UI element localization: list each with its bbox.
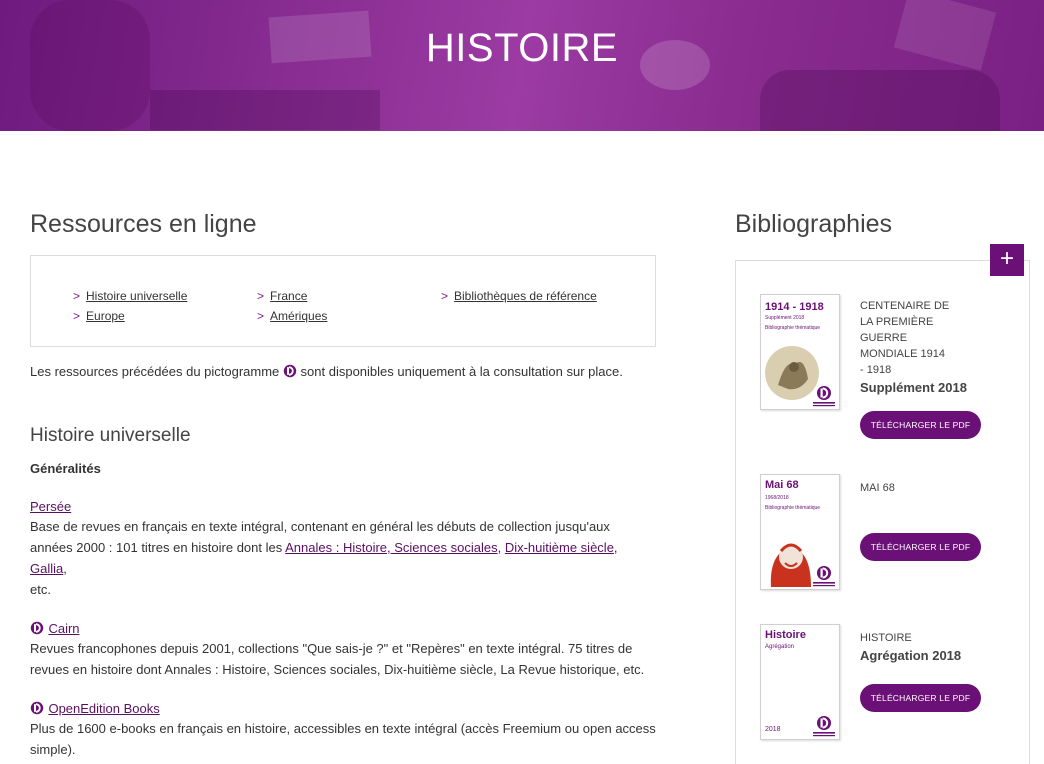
description-line: Base de revues en français en texte inté… (30, 519, 610, 534)
bibliography-title-line: MONDIALE 1914 (860, 348, 945, 360)
link-annales[interactable]: Annales : Histoire, Sciences sociales (285, 540, 497, 555)
bibliography-subtitle: Agrégation 2018 (860, 648, 962, 663)
chevron-right-icon: > (257, 289, 265, 303)
quick-link-bibliotheques[interactable]: Bibliothèques de référence (454, 289, 597, 303)
cover-year: 2018 (765, 726, 781, 733)
separator: , (613, 540, 618, 555)
bibliography-title-line: MAI 68 (860, 482, 895, 494)
category-heading: Généralités (30, 461, 101, 476)
onsite-picto-icon (283, 364, 297, 378)
main-content: Ressources en ligne > Histoire universell… (30, 210, 656, 760)
bibliography-info: MAI 68 (860, 480, 1010, 496)
bibliography-cover[interactable]: Mai 68 1968/2018 Bibliographie thématiqu… (760, 474, 840, 590)
bibliography-info: CENTENAIRE DE LA PREMIÈRE GUERRE MONDIAL… (860, 298, 1010, 395)
page-banner: HISTOIRE (0, 0, 1044, 131)
download-pdf-button[interactable]: TÉLÉCHARGER LE PDF (860, 684, 981, 712)
resource-link-openedition[interactable]: OpenEdition Books (48, 701, 159, 716)
cover-caption: Bibliographie thématique (765, 505, 821, 511)
description-line: années 2000 : 101 titres en histoire don… (30, 537, 656, 579)
description-line: Plus de 1600 e-books en français en hist… (30, 721, 656, 736)
link-dix-huitieme[interactable]: Dix-huitième siècle (505, 540, 614, 555)
resource-link-persee[interactable]: Persée (30, 499, 71, 514)
bibliography-title-line: - 1918 (860, 364, 892, 376)
download-pdf-button[interactable]: TÉLÉCHARGER LE PDF (860, 533, 981, 561)
banner-photo-shape (760, 70, 1000, 131)
resource-entry: OpenEdition Books Plus de 1600 e-books e… (30, 700, 656, 760)
description-text: années 2000 : 101 titres en histoire don… (30, 540, 283, 555)
sidebar-heading: Bibliographies (735, 210, 893, 238)
resource-description: Revues francophones depuis 2001, collect… (30, 638, 656, 680)
chevron-right-icon: > (73, 289, 81, 303)
expand-plus-button[interactable]: + (990, 244, 1024, 276)
description-line: simple). (30, 742, 76, 757)
quick-links-column: > Histoire universelle > Europe (73, 286, 187, 326)
resource-description: Plus de 1600 e-books en français en hist… (30, 718, 656, 760)
library-logo-icon (813, 386, 835, 407)
cover-title: Histoire (765, 629, 806, 641)
banner-photo-shape (150, 90, 380, 130)
chevron-right-icon: > (73, 309, 81, 323)
resource-entry: Persée Base de revues en français en tex… (30, 498, 656, 600)
library-logo-icon (813, 716, 835, 737)
quick-link-item: > Histoire universelle (73, 286, 187, 306)
cover-subtitle: 1968/2018 (765, 495, 789, 501)
bibliography-info: HISTOIRE Agrégation 2018 (860, 630, 1010, 663)
onsite-note: Les ressources précédées du pictogramme … (30, 363, 656, 381)
link-gallia[interactable]: Gallia (30, 561, 63, 576)
cover-subtitle: Agrégation (765, 644, 795, 650)
quick-link-item: > France (257, 286, 327, 306)
subsection-heading: Histoire universelle (30, 425, 191, 446)
quick-link-item: > Europe (73, 306, 187, 326)
quick-links-box: > Histoire universelle > Europe > France > A… (30, 255, 656, 347)
bibliography-title-line: HISTOIRE (860, 632, 912, 644)
separator: , (63, 561, 67, 576)
onsite-picto-icon (30, 621, 44, 635)
cover-caption: Bibliographie thématique (765, 325, 821, 331)
chevron-right-icon: > (441, 289, 449, 303)
library-logo-icon (813, 566, 835, 587)
note-text: Les ressources précédées du pictogramme (30, 364, 280, 379)
cover-title: Mai 68 (765, 479, 799, 491)
section-heading: Ressources en ligne (30, 210, 257, 238)
bibliography-cover[interactable]: Histoire Agrégation 2018 (760, 624, 840, 740)
description-line: etc. (30, 582, 51, 597)
description-line: Revues francophones depuis 2001, collect… (30, 641, 633, 656)
quick-link-item: > Amériques (257, 306, 327, 326)
quick-link-ameriques[interactable]: Amériques (270, 309, 327, 323)
quick-link-europe[interactable]: Europe (86, 309, 125, 323)
separator: , (497, 540, 502, 555)
download-pdf-button[interactable]: TÉLÉCHARGER LE PDF (860, 411, 981, 439)
description-line: revues en histoire dont Annales : Histoi… (30, 662, 645, 677)
bibliography-title-line: GUERRE (860, 332, 908, 344)
quick-links-column: > Bibliothèques de référence (441, 286, 597, 306)
bibliography-cover[interactable]: 1914 - 1918 Supplément 2018 Bibliographi… (760, 294, 840, 410)
cover-title: 1914 - 1918 (765, 301, 824, 313)
resource-entry: Cairn Revues francophones depuis 2001, c… (30, 620, 656, 680)
bibliography-subtitle: Supplément 2018 (860, 380, 967, 395)
onsite-picto-icon (30, 701, 44, 715)
quick-link-item: > Bibliothèques de référence (441, 286, 597, 306)
resource-link-cairn[interactable]: Cairn (48, 621, 79, 636)
resource-description: Base de revues en français en texte inté… (30, 516, 656, 600)
quick-link-histoire-universelle[interactable]: Histoire universelle (86, 289, 187, 303)
bibliography-title-line: LA PREMIÈRE (860, 316, 934, 328)
note-text: sont disponibles uniquement à la consult… (300, 364, 623, 379)
quick-link-france[interactable]: France (270, 289, 307, 303)
page-title: HISTOIRE (425, 26, 619, 70)
quick-links-column: > France > Amériques (257, 286, 327, 326)
bibliography-title-line: CENTENAIRE DE (860, 300, 950, 312)
cover-subtitle: Supplément 2018 (765, 315, 805, 321)
sidebar: Bibliographies (735, 210, 1031, 255)
chevron-right-icon: > (257, 309, 265, 323)
